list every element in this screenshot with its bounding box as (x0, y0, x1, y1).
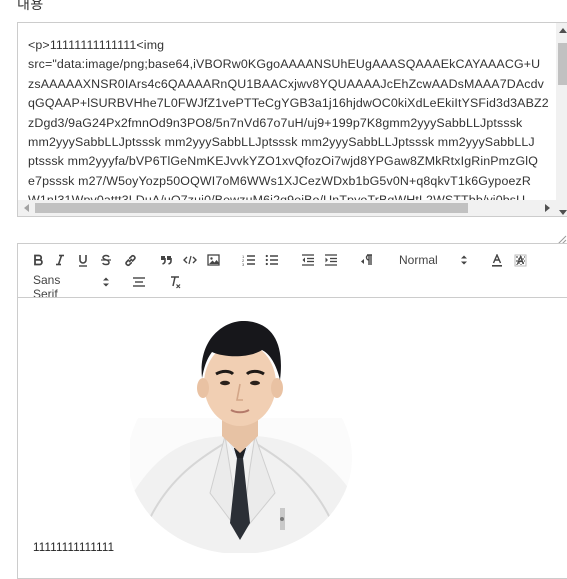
scroll-left-arrow-icon[interactable] (24, 204, 29, 212)
source-line: <p>11111111111111<img (28, 38, 165, 52)
bold-icon[interactable] (29, 251, 47, 269)
svg-text:3: 3 (242, 262, 245, 266)
doctor-portrait-image (130, 320, 352, 553)
source-line: mm2yyySabbLLJptsssk mm2yyySabbLLJptsssk … (28, 135, 535, 150)
source-line: zsAAAAAXNSR0IArs4c6QAAAARnQU1BAACxjwv8YQ… (28, 76, 545, 91)
horizontal-scrollbar[interactable] (18, 200, 556, 216)
bullet-list-icon[interactable] (263, 251, 281, 269)
source-line: zDgd3/9aG24Px2fmnOd9n3PO8/5n7nVd67o7uH/u… (28, 115, 523, 130)
code-block-icon[interactable] (181, 251, 199, 269)
image-icon[interactable] (204, 251, 222, 269)
scroll-down-arrow-icon[interactable] (559, 210, 567, 215)
scroll-up-arrow-icon[interactable] (559, 28, 567, 33)
vertical-scroll-thumb[interactable] (558, 43, 567, 85)
source-line: e7psssk m27/W5oyYozp50OQWI7oM6WWs1XJCezW… (28, 173, 531, 188)
link-icon[interactable] (121, 251, 139, 269)
resize-grip-icon[interactable] (557, 232, 567, 245)
header-select-value[interactable]: Normal (399, 253, 438, 267)
header-select-chevron-icon[interactable] (460, 254, 468, 266)
editor-paragraph: 11111111111111 (33, 542, 115, 554)
italic-icon[interactable] (51, 251, 69, 269)
vertical-scrollbar[interactable] (556, 23, 567, 216)
blockquote-icon[interactable] (157, 251, 175, 269)
scroll-right-arrow-icon[interactable] (545, 204, 550, 212)
rich-text-editor[interactable]: 11111111111111 (17, 297, 567, 579)
html-source-textarea[interactable]: <p>11111111111111<img src="data:image/png… (17, 22, 567, 217)
html-source-text: <p>11111111111111<img src="data:image/png… (28, 36, 549, 216)
horizontal-scroll-thumb[interactable] (35, 203, 468, 213)
font-color-icon[interactable] (488, 251, 506, 269)
source-line: ptsssk mm2yyyfa/bVP6TlGeNmKEJvvkYZO1xvQf… (28, 154, 538, 169)
ordered-list-icon[interactable]: 123 (240, 251, 258, 269)
background-color-icon[interactable] (511, 251, 529, 269)
outdent-icon[interactable] (299, 251, 317, 269)
indent-icon[interactable] (322, 251, 340, 269)
strike-icon[interactable] (97, 251, 115, 269)
align-icon[interactable] (130, 273, 148, 291)
field-label: 내용 (17, 0, 44, 12)
text-direction-rtl-icon[interactable] (358, 251, 376, 269)
underline-icon[interactable] (74, 251, 92, 269)
source-line: qGQAAP+lSURBVHhe7L0FWJfZ1vePTTeCgYGB3a1j… (28, 96, 549, 111)
source-line: src="data:image/png;base64,iVBORw0KGgoAA… (28, 57, 541, 72)
editor-toolbar: 123 Normal Sans Serif (17, 243, 567, 301)
clear-format-icon[interactable] (166, 273, 184, 291)
font-select-chevron-icon[interactable] (102, 276, 110, 288)
